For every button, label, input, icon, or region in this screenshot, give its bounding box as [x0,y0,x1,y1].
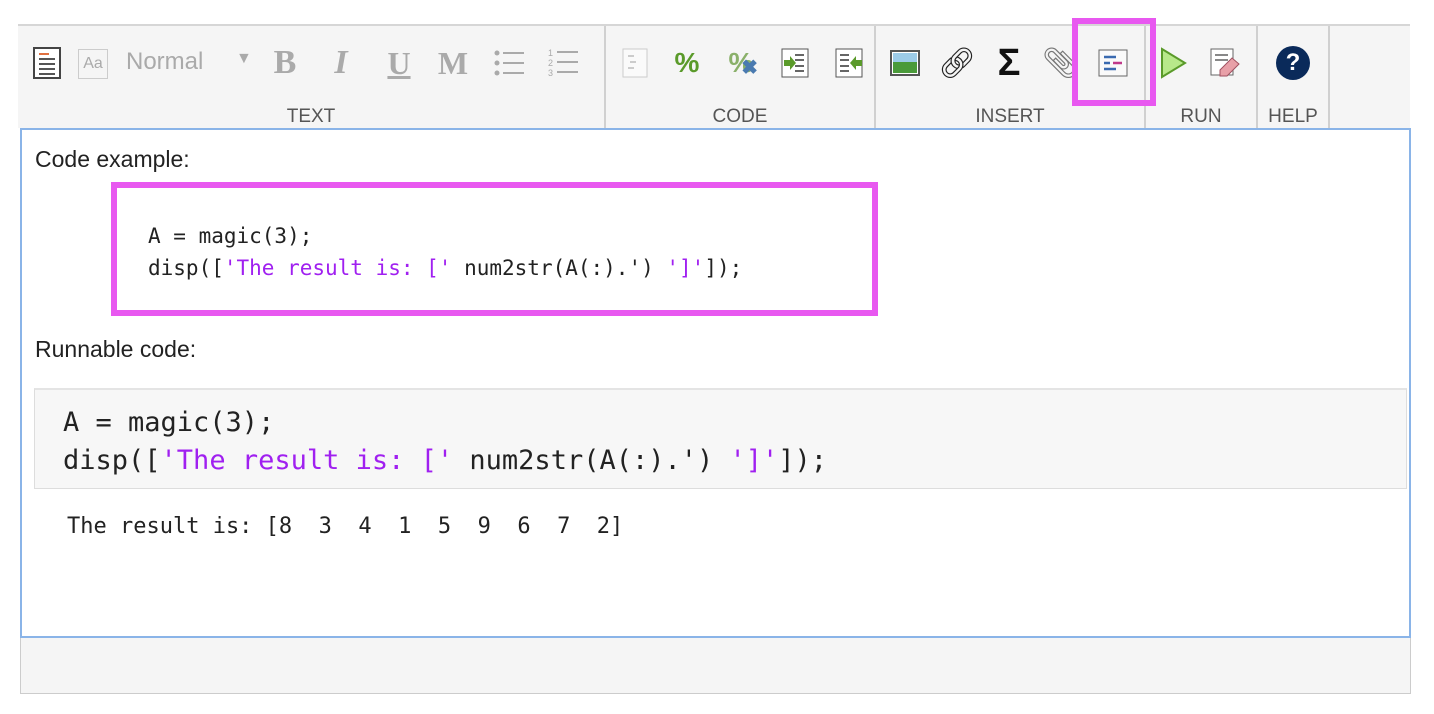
numbered-list-icon[interactable]: 123 [546,46,580,80]
svg-text:3: 3 [548,68,553,78]
section-label-insert: INSERT [975,106,1045,127]
highlight-code-example [111,182,878,316]
text-section: Aa Normal ▼ B I U M 123 TEXT [18,26,606,128]
toolbar: Aa Normal ▼ B I U M 123 TEXT % % ✖ CODE 🔗︎… [18,24,1410,128]
code-token: A = magic(3); [63,407,275,438]
highlight-insert-code-example [1072,18,1156,106]
monospace-button[interactable]: M [436,45,470,81]
section-label-run: RUN [1180,106,1222,127]
code-line: A = magic(3); [63,404,827,442]
indent-icon[interactable] [778,46,812,80]
style-select-value: Normal [126,48,204,75]
comment-button[interactable]: % [670,46,704,80]
runnable-code: A = magic(3); disp(['The result is: [' nu… [63,404,827,480]
help-button[interactable]: ? [1276,46,1310,80]
code-line: disp(['The result is: [' num2str(A(:).')… [63,442,827,480]
runnable-code-block[interactable]: A = magic(3); disp(['The result is: [' nu… [34,388,1407,489]
style-select[interactable]: Normal ▼ [126,48,256,76]
code-token: disp([ [63,445,161,476]
outdent-icon[interactable] [832,46,866,80]
bold-button[interactable]: B [268,44,302,81]
help-section: ? HELP [1258,26,1330,128]
italic-button[interactable]: I [324,44,358,81]
heading-code-example: Code example: [35,146,190,172]
section-label-text: TEXT [286,106,336,127]
heading-runnable-code: Runnable code: [35,336,197,362]
image-icon[interactable] [888,46,922,80]
x-icon: ✖ [741,57,758,79]
bullet-list-icon[interactable] [492,46,526,80]
underline-button[interactable]: U [382,45,416,81]
equation-button[interactable]: Σ [992,42,1026,84]
svg-text:1: 1 [548,48,553,58]
link-icon[interactable]: 🔗︎ [938,46,976,80]
svg-text:2: 2 [548,58,553,68]
code-string: ']' [729,445,779,476]
code-token: ]); [778,445,828,476]
run-section: RUN [1146,26,1258,128]
style-icon[interactable]: Aa [78,49,108,79]
code-output: The result is: [8 3 4 1 5 9 6 7 2] [67,514,624,539]
code-section: % % ✖ CODE [606,26,876,128]
chevron-down-icon: ▼ [236,50,252,67]
code-string: 'The result is: [' [160,445,454,476]
section-label-code: CODE [712,106,768,127]
uncomment-button[interactable]: % ✖ [724,46,758,80]
section-label-help: HELP [1268,106,1318,127]
code-token: num2str(A(:).') [453,445,730,476]
clear-output-icon[interactable] [1208,46,1242,80]
footer-area [20,638,1411,694]
code-mode-icon[interactable] [618,46,652,80]
text-mode-icon[interactable] [30,46,64,80]
run-icon[interactable] [1156,46,1190,80]
